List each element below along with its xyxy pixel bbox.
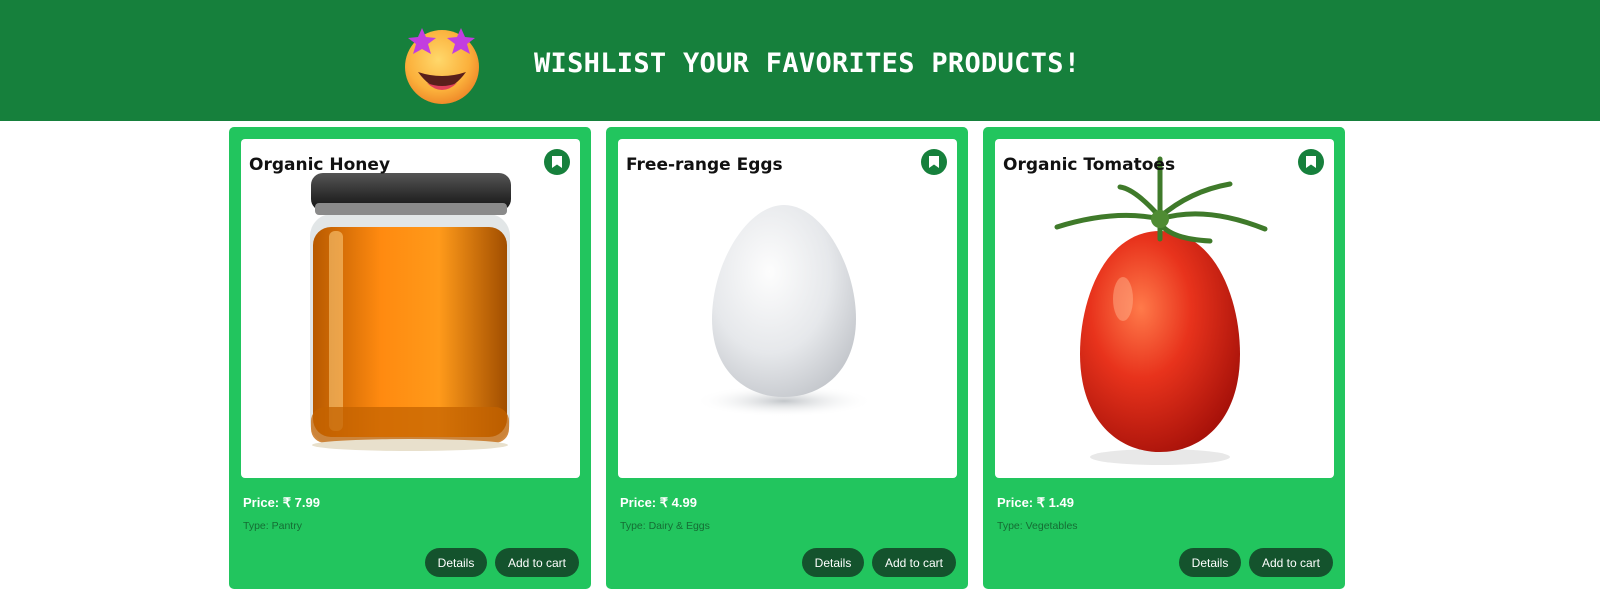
details-button[interactable]: Details (802, 548, 864, 577)
price-value: ₹ 7.99 (282, 495, 320, 510)
details-button[interactable]: Details (1179, 548, 1241, 577)
product-card: Organic Honey Price: ₹ 7.99 Type: Pantry… (229, 127, 591, 589)
bookmark-icon (552, 156, 562, 168)
star-struck-emoji-icon (405, 28, 479, 104)
honey-jar-image (310, 173, 511, 451)
bookmark-icon (1306, 156, 1316, 168)
page-header: WISHLIST YOUR FAVORITES PRODUCTS! (0, 0, 1600, 121)
tomato-image (1054, 156, 1268, 465)
egg-image (694, 205, 874, 417)
product-type: Type: Dairy & Eggs (620, 520, 710, 532)
price-value: ₹ 4.99 (659, 495, 697, 510)
details-button[interactable]: Details (425, 548, 487, 577)
product-image-box: Organic Tomatoes (995, 139, 1334, 478)
product-type: Type: Vegetables (997, 520, 1078, 532)
product-name: Organic Tomatoes (1003, 155, 1176, 175)
product-type: Type: Pantry (243, 520, 302, 532)
add-to-cart-button[interactable]: Add to cart (495, 548, 579, 577)
bookmark-button[interactable] (544, 149, 570, 175)
product-price: Price: ₹ 7.99 (243, 495, 320, 510)
bookmark-button[interactable] (1298, 149, 1324, 175)
product-name: Organic Honey (249, 155, 391, 175)
page-title: WISHLIST YOUR FAVORITES PRODUCTS! (534, 48, 1081, 79)
product-price: Price: ₹ 4.99 (620, 495, 697, 510)
product-name: Free-range Eggs (626, 155, 783, 175)
bookmark-icon (929, 156, 939, 168)
product-image-box: Free-range Eggs (618, 139, 957, 478)
bookmark-button[interactable] (921, 149, 947, 175)
add-to-cart-button[interactable]: Add to cart (1249, 548, 1333, 577)
product-card: Organic Tomatoes Price: ₹ 1.49 Type: Veg… (983, 127, 1345, 589)
product-image-box: Organic Honey (241, 139, 580, 478)
product-price: Price: ₹ 1.49 (997, 495, 1074, 510)
product-card: Free-range Eggs Price: ₹ 4.99 Type: Dair… (606, 127, 968, 589)
price-value: ₹ 1.49 (1036, 495, 1074, 510)
add-to-cart-button[interactable]: Add to cart (872, 548, 956, 577)
